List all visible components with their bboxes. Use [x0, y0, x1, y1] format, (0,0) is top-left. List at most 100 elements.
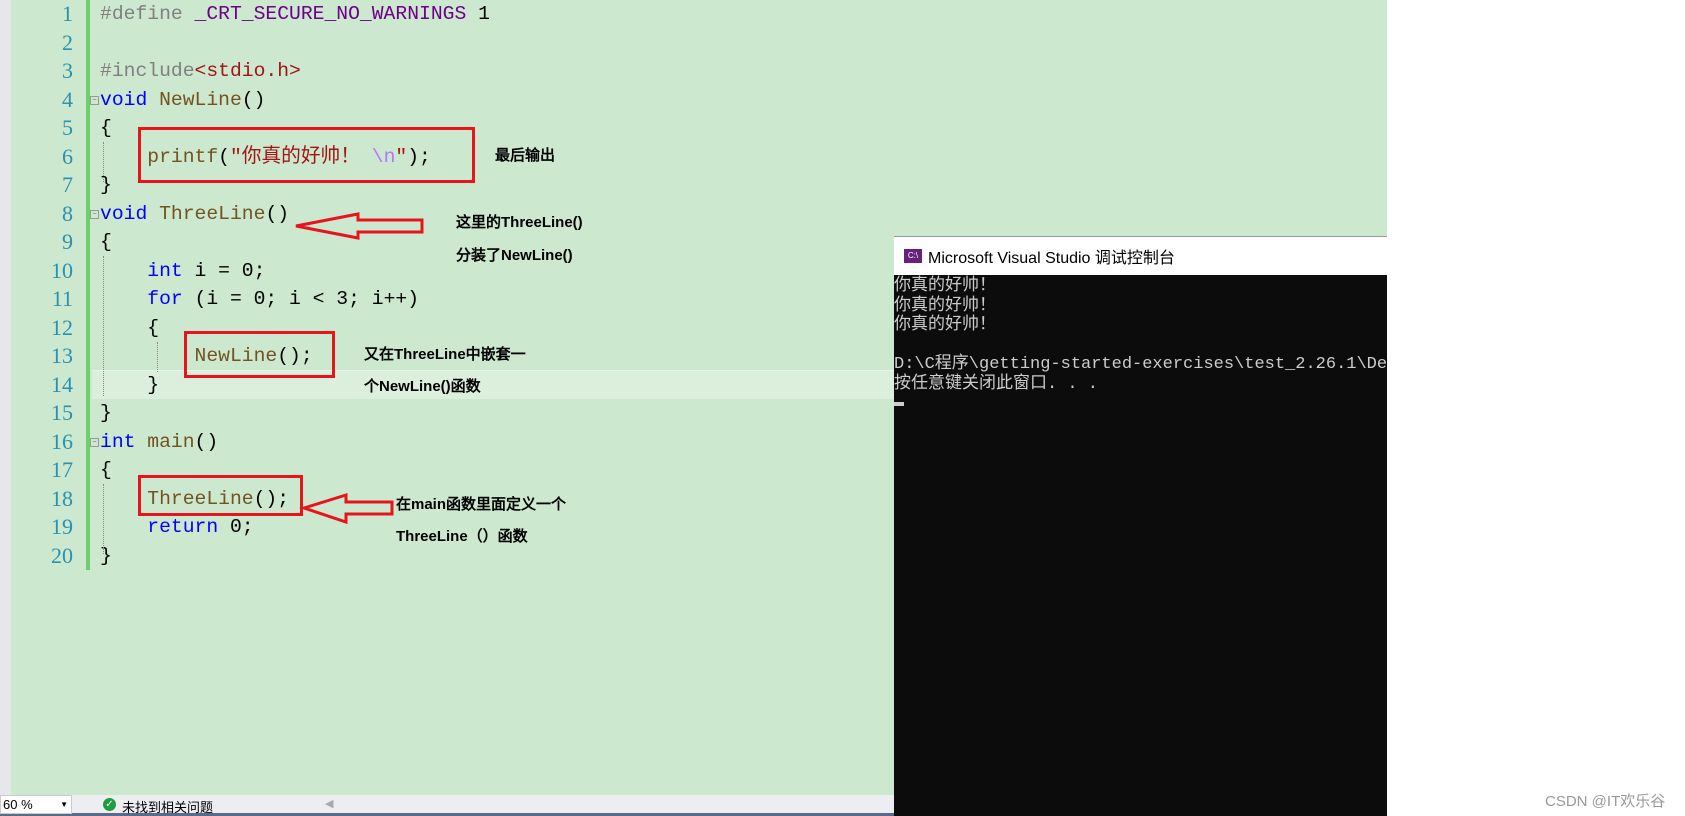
line-number: 15 [51, 400, 73, 425]
code-token: return [147, 516, 219, 538]
code-token: } [100, 544, 112, 567]
line-number: 7 [62, 172, 73, 197]
console-line: D:\C程序\getting-started-exercises\test_2.… [894, 355, 1387, 374]
collapse-icon[interactable]: − [90, 437, 99, 447]
line-number: 8 [62, 200, 73, 226]
zoom-dropdown[interactable]: 60 % ▼ [0, 795, 72, 814]
code-line[interactable]: { [100, 228, 112, 257]
code-token: #include [100, 60, 195, 82]
indent-guide [103, 142, 104, 182]
code-line[interactable]: } [100, 171, 112, 200]
code-line[interactable]: for (i = 0; i < 3; i++) [100, 285, 419, 314]
highlight-box-newline-call [184, 331, 335, 378]
annotation-text: 又在ThreeLine中嵌套一 [364, 346, 526, 363]
code-token: } [100, 402, 112, 424]
annotation-text: 在main函数里面定义一个 [396, 496, 567, 513]
code-line[interactable]: { [100, 114, 112, 143]
console-title: Microsoft Visual Studio 调试控制台 [928, 250, 1175, 267]
code-token: { [100, 316, 160, 339]
code-line[interactable]: void NewLine() [100, 86, 265, 115]
console-line: 你真的好帅！ [894, 277, 996, 296]
code-token: 1 [466, 3, 490, 25]
code-line[interactable]: #define _CRT_SECURE_NO_WARNINGS 1 [100, 0, 490, 29]
line-number: 13 [51, 343, 73, 368]
zoom-value: 60 % [3, 797, 33, 812]
console-title-bar[interactable]: C:\ Microsoft Visual Studio 调试控制台 [894, 236, 1387, 275]
line-number: 2 [62, 29, 73, 55]
line-number: 14 [51, 371, 73, 397]
line-number: 5 [62, 115, 73, 140]
code-token: <stdio.h> [194, 60, 301, 82]
code-line[interactable]: } [100, 542, 112, 571]
line-number: 19 [51, 514, 73, 539]
debug-console-window[interactable]: C:\ Microsoft Visual Studio 调试控制台 你真的好帅！… [894, 236, 1387, 816]
console-cursor [894, 402, 904, 406]
scroll-left-icon[interactable]: ◀ [325, 797, 333, 810]
code-token: int [100, 430, 136, 453]
annotation-text: 分装了NewLine() [456, 247, 573, 264]
line-number: 9 [62, 229, 73, 254]
line-number: 12 [51, 314, 73, 340]
indent-guide [103, 256, 104, 396]
code-token: int [147, 259, 183, 282]
code-line[interactable]: } [100, 371, 159, 400]
line-number: 10 [51, 257, 73, 283]
console-output: 你真的好帅！ 你真的好帅！ 你真的好帅！ D:\C程序\getting-started… [894, 275, 1387, 394]
code-token: { [100, 117, 112, 139]
code-line[interactable]: { [100, 456, 112, 485]
indent-guide [157, 342, 158, 372]
code-line[interactable]: return 0; [100, 513, 253, 542]
code-token: #define [100, 3, 183, 25]
line-number: 4 [62, 86, 73, 112]
collapse-icon[interactable]: − [90, 209, 99, 219]
code-token: (i = 0; i < 3; i++) [182, 288, 420, 310]
issues-status[interactable]: 未找到相关问题 [122, 797, 213, 816]
code-token: main [147, 430, 195, 453]
code-line[interactable]: #include<stdio.h> [100, 57, 301, 86]
highlight-box-printf [138, 127, 475, 183]
line-number: 18 [51, 485, 73, 511]
code-token: { [100, 231, 112, 253]
code-token: i = 0; [182, 259, 266, 282]
code-token: { [100, 459, 112, 481]
code-token: void [100, 88, 148, 111]
code-token: () [194, 430, 219, 453]
console-line: 你真的好帅！ [894, 296, 996, 316]
line-number: 3 [62, 58, 73, 83]
highlight-box-threeline-call [138, 475, 303, 516]
code-line[interactable]: } [100, 399, 112, 428]
code-token: () [241, 88, 266, 111]
code-line[interactable]: int i = 0; [100, 257, 265, 286]
code-line[interactable]: { [100, 314, 159, 343]
code-token: void [100, 202, 148, 225]
annotation-text: ThreeLine（）函数 [396, 528, 528, 545]
code-line[interactable]: int main() [100, 428, 218, 457]
line-number: 11 [51, 286, 73, 311]
code-token: } [100, 174, 112, 196]
editor-margin [0, 0, 11, 795]
line-number: 16 [51, 428, 73, 454]
annotation-text: 这里的ThreeLine() [456, 214, 583, 231]
line-number: 20 [51, 542, 73, 568]
line-number: 1 [62, 1, 73, 26]
code-token: _CRT_SECURE_NO_WARNINGS [194, 3, 467, 25]
watermark: CSDN @IT欢乐谷 [1545, 793, 1666, 810]
annotation-text: 个NewLine()函数 [364, 378, 481, 395]
code-line[interactable]: void ThreeLine() [100, 200, 289, 229]
chevron-down-icon: ▼ [60, 800, 68, 809]
code-token: for [147, 288, 183, 310]
code-token: () [265, 202, 290, 225]
line-number: 6 [62, 143, 73, 169]
check-circle-icon: ✓ [103, 798, 116, 811]
code-token: } [100, 373, 160, 396]
collapse-icon[interactable]: − [90, 95, 99, 105]
